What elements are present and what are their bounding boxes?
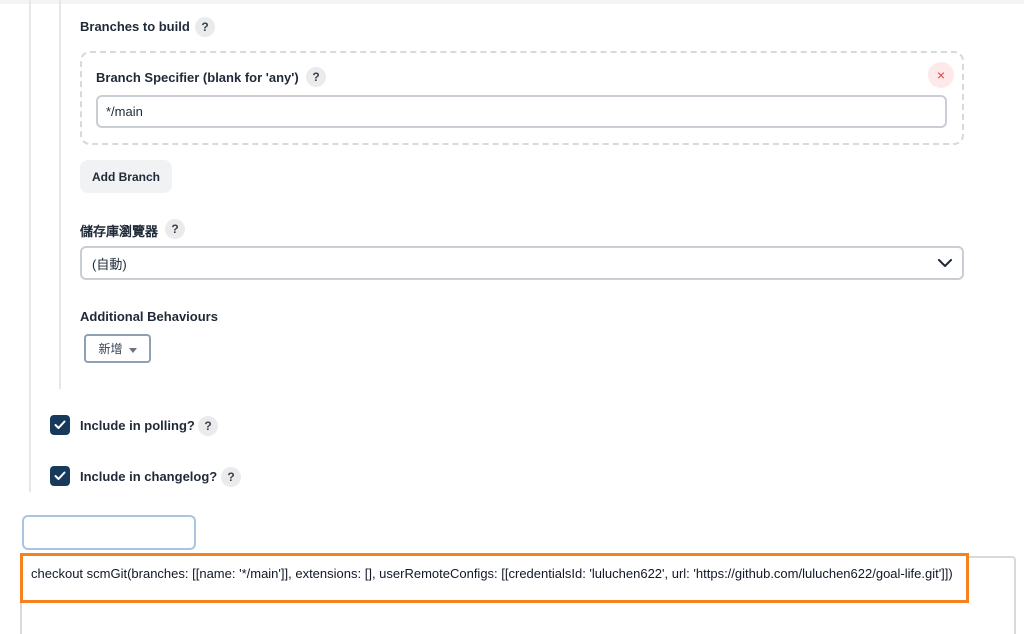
check-icon — [54, 420, 66, 429]
include-polling-help-icon[interactable]: ? — [198, 416, 218, 436]
section-guide-line-inner — [59, 0, 61, 389]
branches-help-icon[interactable]: ? — [195, 17, 215, 37]
focused-text-input[interactable] — [22, 515, 196, 550]
add-branch-button[interactable]: Add Branch — [80, 160, 172, 193]
include-changelog-help-icon[interactable]: ? — [221, 467, 241, 487]
repo-browser-label: 儲存庫瀏覽器 — [80, 224, 159, 239]
branch-specifier-help-icon[interactable]: ? — [306, 67, 326, 87]
include-changelog-label: Include in changelog? — [80, 469, 218, 484]
remove-branch-button[interactable]: × — [928, 62, 954, 88]
additional-behaviours-label: Additional Behaviours — [80, 309, 218, 324]
section-guide-line-outer — [29, 0, 31, 492]
repo-browser-selected: (自動) — [92, 256, 127, 272]
branch-specifier-label: Branch Specifier (blank for 'any') — [96, 70, 299, 85]
add-behaviour-button[interactable]: 新增 — [84, 334, 151, 363]
add-behaviour-label: 新增 — [98, 342, 123, 356]
chevron-down-icon — [938, 256, 952, 271]
caret-down-icon — [128, 342, 137, 356]
top-strip — [0, 0, 1024, 4]
branches-to-build-label: Branches to build — [80, 19, 190, 34]
repo-browser-select[interactable]: (自動) — [80, 246, 964, 280]
include-changelog-checkbox[interactable] — [50, 466, 70, 486]
branch-specifier-input[interactable]: */main — [96, 95, 947, 128]
generated-script-highlight[interactable]: checkout scmGit(branches: [[name: '*/mai… — [20, 553, 969, 603]
check-icon — [54, 471, 66, 480]
include-polling-checkbox[interactable] — [50, 415, 70, 435]
repo-browser-help-icon[interactable]: ? — [165, 219, 185, 239]
include-polling-label: Include in polling? — [80, 418, 195, 433]
